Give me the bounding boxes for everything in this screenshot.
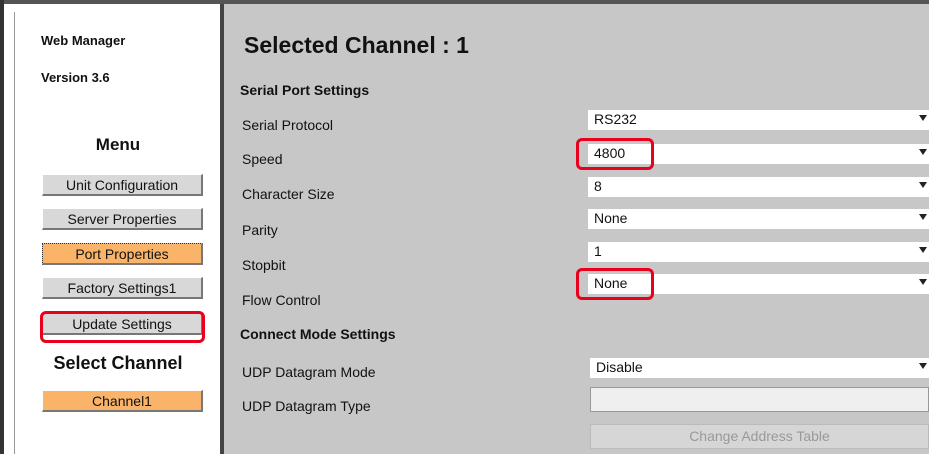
udp-datagram-mode-value: Disable bbox=[596, 359, 643, 375]
serial-port-settings-heading: Serial Port Settings bbox=[240, 82, 370, 98]
character-size-select[interactable]: 8 bbox=[588, 177, 929, 197]
serial-protocol-select[interactable]: RS232 bbox=[588, 110, 929, 130]
parity-label: Parity bbox=[242, 222, 278, 238]
window-left-border bbox=[0, 0, 4, 454]
server-properties-button[interactable]: Server Properties bbox=[42, 208, 203, 230]
flow-control-select[interactable]: None bbox=[588, 274, 929, 294]
menu-heading: Menu bbox=[95, 135, 141, 154]
connect-mode-settings-heading: Connect Mode Settings bbox=[240, 326, 396, 342]
page-title: Selected Channel : 1 bbox=[244, 32, 469, 58]
main-panel: Selected Channel : 1 Serial Port Setting… bbox=[224, 4, 929, 454]
udp-datagram-mode-select[interactable]: Disable bbox=[590, 358, 929, 378]
serial-protocol-label: Serial Protocol bbox=[242, 117, 334, 133]
stopbit-select[interactable]: 1 bbox=[588, 242, 929, 262]
dropdown-arrow-icon bbox=[919, 247, 927, 253]
select-channel-heading: Select Channel bbox=[53, 353, 183, 373]
parity-select[interactable]: None bbox=[588, 209, 929, 229]
channel1-button[interactable]: Channel1 bbox=[42, 390, 203, 412]
udp-datagram-type-label: UDP Datagram Type bbox=[242, 398, 371, 414]
dropdown-arrow-icon bbox=[919, 115, 927, 121]
character-size-label: Character Size bbox=[242, 186, 335, 202]
dropdown-arrow-icon bbox=[919, 363, 927, 369]
character-size-value: 8 bbox=[594, 178, 602, 194]
serial-protocol-value: RS232 bbox=[594, 111, 637, 127]
app-name: Web Manager bbox=[41, 33, 126, 48]
speed-value: 4800 bbox=[594, 145, 626, 161]
speed-label: Speed bbox=[242, 151, 283, 167]
change-address-table-button: Change Address Table bbox=[590, 424, 929, 449]
dropdown-arrow-icon bbox=[919, 214, 927, 220]
dropdown-arrow-icon bbox=[919, 182, 927, 188]
sidebar: Web Manager Version 3.6 Menu Unit Config… bbox=[14, 12, 221, 454]
udp-datagram-mode-label: UDP Datagram Mode bbox=[242, 364, 376, 380]
stopbit-label: Stopbit bbox=[242, 257, 286, 273]
stopbit-value: 1 bbox=[594, 243, 602, 259]
parity-value: None bbox=[594, 210, 628, 226]
dropdown-arrow-icon bbox=[919, 149, 927, 155]
dropdown-arrow-icon bbox=[919, 279, 927, 285]
udp-datagram-type-input[interactable] bbox=[590, 387, 929, 412]
flow-control-label: Flow Control bbox=[242, 292, 321, 308]
factory-settings-button[interactable]: Factory Settings1 bbox=[42, 277, 203, 299]
flow-control-value: None bbox=[594, 275, 628, 291]
unit-configuration-button[interactable]: Unit Configuration bbox=[42, 174, 203, 196]
app-version: Version 3.6 bbox=[41, 70, 110, 85]
port-properties-button[interactable]: Port Properties bbox=[42, 243, 203, 265]
speed-select[interactable]: 4800 bbox=[588, 144, 929, 164]
update-settings-button[interactable]: Update Settings bbox=[42, 313, 203, 335]
